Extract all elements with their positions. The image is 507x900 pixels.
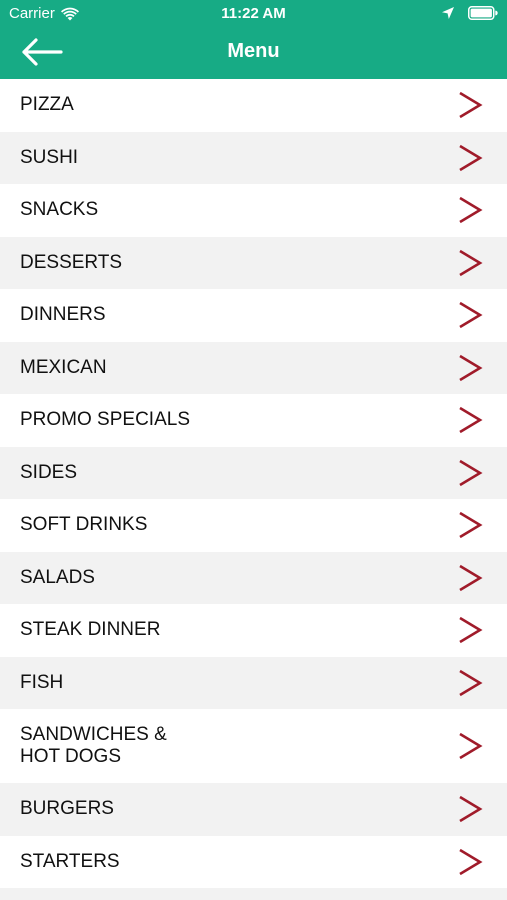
chevron-right-icon [459,407,483,434]
chevron-right-icon [459,249,483,276]
menu-item-snacks[interactable]: SNACKS [0,184,507,237]
menu-item-steak-dinner[interactable]: STEAK DINNER [0,604,507,657]
menu-item-label: SIDES [20,461,78,483]
menu-item-sandwiches-hot-dogs[interactable]: SANDWICHES & HOT DOGS [0,709,507,783]
chevron-right-icon [459,848,483,875]
menu-item-pizza[interactable]: PIZZA [0,79,507,132]
chevron-right-icon [459,459,483,486]
chevron-right-icon [459,617,483,644]
status-indicators [441,6,498,20]
menu-item-sushi[interactable]: SUSHI [0,131,507,184]
menu-item-label: DINNERS [20,304,106,326]
status-bar: Carrier 11:22 AM [0,0,507,28]
location-arrow-icon [442,7,454,19]
chevron-right-icon [459,732,483,760]
menu-item-mexican[interactable]: MEXICAN [0,341,507,394]
menu-item-label: SALADS [20,566,95,588]
page-title: Menu [227,40,280,62]
chevron-right-icon [459,302,483,329]
chevron-right-icon [459,796,483,823]
chevron-right-icon [459,197,483,224]
menu-item-dinners[interactable]: DINNERS [0,289,507,342]
menu-item-label: DESSERTS [20,251,123,273]
menu-category-list: PIZZA SUSHI SNACKS DESSERTS DINNERS MEXI… [0,79,507,888]
menu-item-label: SUSHI [20,146,79,168]
menu-item-promo-specials[interactable]: PROMO SPECIALS [0,394,507,447]
chevron-right-icon [459,92,483,119]
chevron-right-icon [459,144,483,171]
menu-item-label: SANDWICHES & HOT DOGS [20,724,167,767]
menu-item-salads[interactable]: SALADS [0,551,507,604]
menu-item-label: PROMO SPECIALS [20,409,190,431]
status-time: 11:22 AM [221,5,286,22]
chevron-right-icon [459,354,483,381]
chevron-right-icon [459,669,483,696]
menu-item-label: FISH [20,671,64,693]
chevron-right-icon [459,564,483,591]
menu-item-label: STARTERS [20,850,120,872]
menu-item-label: SOFT DRINKS [20,514,148,536]
app-header: Carrier 11:22 AM Menu [0,0,507,79]
menu-item-label: PIZZA [20,94,74,116]
chevron-right-icon [459,512,483,539]
menu-item-starters[interactable]: STARTERS [0,835,507,888]
menu-item-label: SNACKS [20,199,99,221]
menu-item-soft-drinks[interactable]: SOFT DRINKS [0,499,507,552]
menu-item-label: MEXICAN [20,356,107,378]
menu-item-burgers[interactable]: BURGERS [0,783,507,836]
menu-item-label: STEAK DINNER [20,619,161,641]
nav-bar: Menu [0,28,507,79]
menu-item-sides[interactable]: SIDES [0,446,507,499]
menu-item-desserts[interactable]: DESSERTS [0,236,507,289]
menu-item-fish[interactable]: FISH [0,656,507,709]
battery-icon [468,6,498,20]
menu-item-label: BURGERS [20,798,114,820]
